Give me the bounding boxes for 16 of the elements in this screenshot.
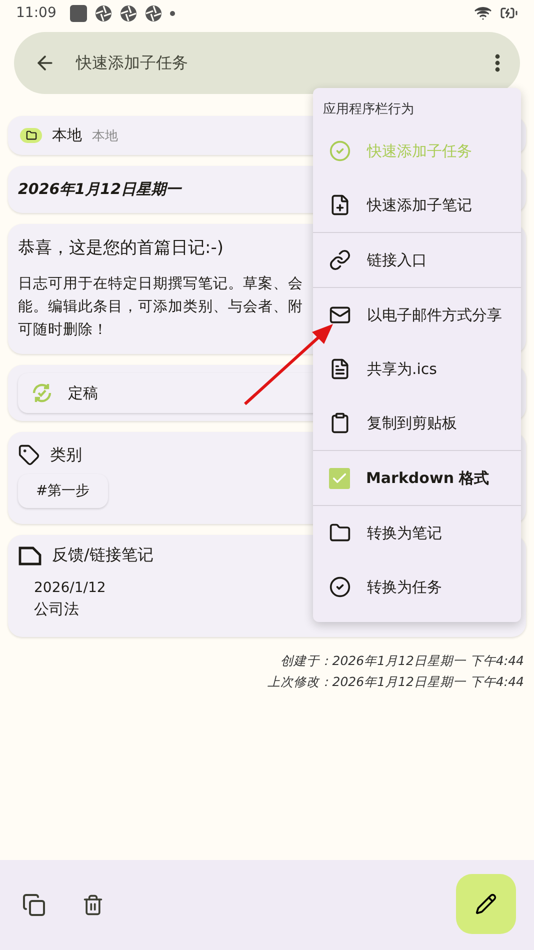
account-name: 本地 xyxy=(92,128,118,144)
note-title: 恭喜，这是您的首篇日记:-) xyxy=(18,237,224,260)
note-text-line: 可随时删除！ xyxy=(18,321,108,340)
status-time: 11:09 xyxy=(16,5,56,21)
collection-name: 本地 xyxy=(52,126,82,145)
timestamp-text: 上次修改：2026年1月12日星期一 下午4:44 xyxy=(267,674,524,691)
linked-date: 2026/1/12 xyxy=(34,580,106,596)
menu-heading: 应用程序栏行为 xyxy=(322,101,415,119)
app-bar-title: 快速添加子任务 xyxy=(76,52,189,74)
linked-heading: 反馈/链接笔记 xyxy=(52,545,154,566)
note-text-line: 日志可用于在特定日期撰写笔记。草案、会 xyxy=(18,274,303,294)
menu-item-label: Markdown 格式 xyxy=(366,468,490,488)
timestamp-text: 创建于：2026年1月12日星期一 下午4:44 xyxy=(280,653,524,670)
date-heading: 2026年1月12日星期一 xyxy=(18,179,183,200)
categories-heading: 类别 xyxy=(50,444,82,466)
note-text-line: 能。编辑此条目，可添加类别、与会者、附 xyxy=(18,298,303,317)
